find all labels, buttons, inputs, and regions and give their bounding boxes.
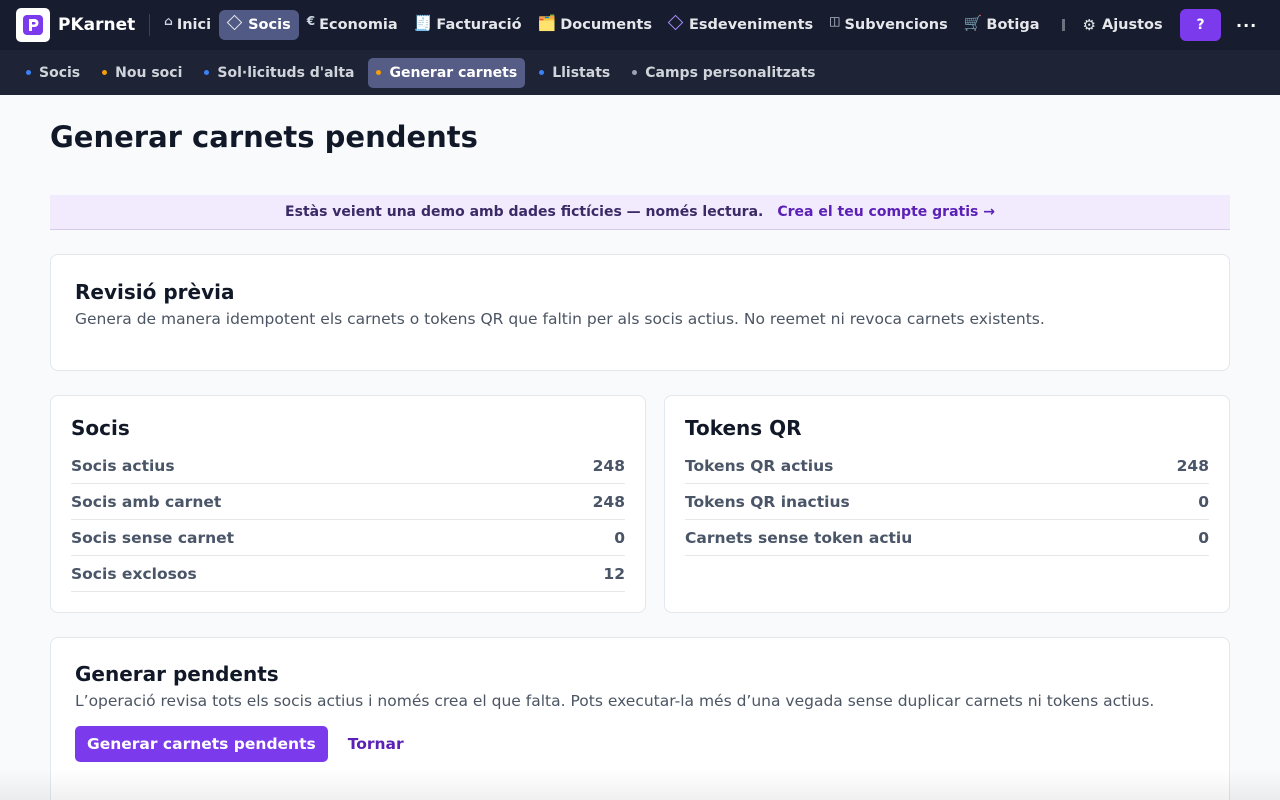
- nav-item-label: Economia: [319, 17, 398, 33]
- stat-label: Tokens QR inactius: [685, 492, 850, 511]
- settings-link[interactable]: ⚙ Ajustos: [1083, 16, 1163, 34]
- nav-item-label: Inici: [176, 17, 212, 33]
- subnav-item-label: Socis: [39, 64, 81, 81]
- nav-item-botiga[interactable]: 🛒 Botiga: [956, 10, 1048, 40]
- nav-item-socis[interactable]: Socis: [219, 10, 299, 40]
- nav-item-subvencions[interactable]: ◫ Subvencions: [821, 10, 956, 40]
- euro-icon: €: [306, 14, 316, 28]
- subnav-item-sollicituds[interactable]: Sol·licituds d'alta: [196, 58, 362, 88]
- help-button[interactable]: ?: [1180, 9, 1221, 41]
- back-link[interactable]: Tornar: [348, 735, 404, 753]
- subnav-item-label: Camps personalitzats: [645, 64, 816, 81]
- demo-banner: Estàs veient una demo amb dades fictície…: [50, 195, 1230, 230]
- folder-icon: 🗂️: [537, 14, 557, 32]
- status-dot: [26, 70, 31, 75]
- stat-row: Socis exclosos 12: [71, 556, 625, 592]
- stat-value: 12: [603, 564, 625, 583]
- page-title: Generar carnets pendents: [50, 120, 478, 154]
- nav-item-economia[interactable]: € Economia: [299, 10, 406, 40]
- settings-label: Ajustos: [1101, 17, 1163, 33]
- preview-title: Revisió prèvia: [75, 280, 235, 304]
- nav-item-inici[interactable]: ⌂ Inici: [156, 10, 219, 40]
- app-logo[interactable]: [16, 8, 50, 42]
- home-icon: ⌂: [164, 14, 173, 28]
- subnav-item-label: Generar carnets: [389, 64, 518, 81]
- stat-label: Socis amb carnet: [71, 492, 222, 511]
- members-stats-card: Socis Socis actius 248 Socis amb carnet …: [50, 395, 646, 613]
- app-name: PKarnet: [58, 15, 136, 35]
- cart-icon: 🛒: [963, 14, 983, 32]
- subnav-item-socis[interactable]: Socis: [18, 58, 88, 88]
- stat-value: 0: [614, 528, 625, 547]
- qr-stats-title: Tokens QR: [685, 416, 802, 440]
- subnav-item-label: Sol·licituds d'alta: [217, 64, 355, 81]
- stat-row: Tokens QR actius 248: [685, 448, 1209, 484]
- nav-item-label: Documents: [560, 17, 652, 33]
- stat-label: Socis sense carnet: [71, 528, 235, 547]
- status-dot: [204, 70, 210, 75]
- preview-card: Revisió prèvia Genera de manera idempote…: [50, 254, 1230, 371]
- generate-cards-button[interactable]: Generar carnets pendents: [75, 726, 328, 762]
- preview-description: Genera de manera idempotent els carnets …: [75, 310, 1045, 328]
- stat-row: Carnets sense token actiu 0: [685, 520, 1209, 556]
- nav-item-label: Esdeveniments: [688, 17, 814, 33]
- stat-label: Tokens QR actius: [685, 456, 834, 475]
- logo-p-icon: [23, 15, 43, 35]
- stat-value: 248: [592, 456, 625, 475]
- subnav-item-llistats[interactable]: Llistats: [531, 58, 618, 88]
- nav-item-label: Botiga: [986, 17, 1040, 33]
- generate-title: Generar pendents: [75, 662, 279, 686]
- status-dot: [376, 70, 382, 75]
- demo-message: Estàs veient una demo amb dades fictície…: [285, 204, 764, 220]
- stat-row: Socis amb carnet 248: [71, 484, 625, 520]
- stat-value: 248: [1176, 456, 1209, 475]
- sub-navbar: Socis Nou soci Sol·licituds d'alta Gener…: [0, 50, 1280, 95]
- top-navbar: PKarnet ⌂ Inici Socis € Economia 🧾 Factu…: [0, 0, 1280, 50]
- qr-stats-card: Tokens QR Tokens QR actius 248 Tokens QR…: [664, 395, 1230, 613]
- members-stats-title: Socis: [71, 416, 130, 440]
- more-menu-button[interactable]: ...: [1236, 12, 1257, 31]
- status-dot: [632, 70, 638, 75]
- columns-icon: ◫: [829, 14, 841, 28]
- nav-item-esdeveniments[interactable]: Esdeveniments: [660, 10, 821, 40]
- subnav-item-nou-soci[interactable]: Nou soci: [94, 58, 190, 88]
- nav-item-label: Facturació: [436, 17, 522, 33]
- nav-divider: [149, 14, 151, 36]
- gear-icon: ⚙: [1082, 16, 1096, 34]
- generate-card: Generar pendents L’operació revisa tots …: [50, 637, 1230, 800]
- subnav-item-label: Nou soci: [115, 64, 183, 81]
- stat-label: Socis actius: [71, 456, 175, 475]
- subnav-item-generar-carnets[interactable]: Generar carnets: [368, 57, 526, 88]
- stat-row: Tokens QR inactius 0: [685, 484, 1209, 520]
- nav-item-facturacio[interactable]: 🧾 Facturació: [406, 10, 530, 40]
- diamond-purple-icon: [667, 14, 684, 30]
- status-dot: [102, 70, 108, 75]
- nav-item-documents[interactable]: 🗂️ Documents: [530, 10, 660, 40]
- main-nav: ⌂ Inici Socis € Economia 🧾 Facturació 🗂️…: [156, 10, 1047, 40]
- stat-label: Socis exclosos: [71, 564, 197, 583]
- stat-label: Carnets sense token actiu: [685, 528, 913, 547]
- generate-actions: Generar carnets pendents Tornar: [75, 726, 1205, 762]
- stat-value: 248: [592, 492, 625, 511]
- receipt-icon: 🧾: [413, 14, 433, 32]
- create-account-link[interactable]: Crea el teu compte gratis →: [777, 204, 995, 220]
- generate-description: L’operació revisa tots els socis actius …: [75, 692, 1155, 710]
- status-dot: [539, 70, 545, 75]
- diamond-icon: [226, 14, 243, 30]
- stat-value: 0: [1198, 528, 1209, 547]
- subnav-item-camps-personalitzats[interactable]: Camps personalitzats: [624, 58, 823, 88]
- nav-item-label: Socis: [248, 17, 291, 33]
- nav-item-label: Subvencions: [844, 17, 948, 33]
- stat-row: Socis sense carnet 0: [71, 520, 625, 556]
- subnav-item-label: Llistats: [552, 64, 611, 81]
- nav-grip-divider: [1061, 19, 1065, 31]
- stat-value: 0: [1198, 492, 1209, 511]
- stat-row: Socis actius 248: [71, 448, 625, 484]
